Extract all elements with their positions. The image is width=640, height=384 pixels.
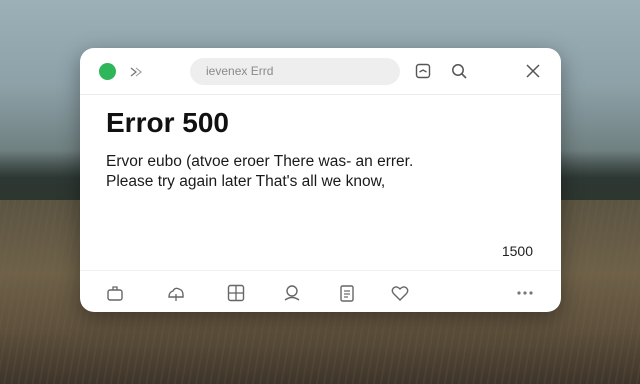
document-icon[interactable] xyxy=(337,283,357,303)
grid-icon[interactable] xyxy=(226,283,246,303)
back-arrow-icon[interactable] xyxy=(128,64,144,80)
green-dot-icon[interactable] xyxy=(99,63,116,80)
bookmark-icon[interactable] xyxy=(414,62,432,80)
error-message-line-2: Please try again later That's all we kno… xyxy=(106,173,386,190)
bottom-toolbar xyxy=(80,270,561,312)
title-bar: ievenex Errd xyxy=(80,48,561,95)
search-icon[interactable] xyxy=(450,62,468,80)
cloud-icon[interactable] xyxy=(166,283,186,303)
page-title: Error 500 xyxy=(106,107,229,138)
profile-icon[interactable] xyxy=(282,283,302,303)
error-window: ievenex Errd Error 500 Ervor eubo (atvoe… xyxy=(80,48,561,312)
share-icon[interactable] xyxy=(105,283,125,303)
heart-icon[interactable] xyxy=(390,283,410,303)
more-icon[interactable] xyxy=(515,283,535,303)
error-content: Error 500 Ervor eubo (atvoe eroer There … xyxy=(106,106,536,192)
error-code: 1500 xyxy=(501,243,533,259)
error-message: Ervor eubo (atvoe eroer There was- an er… xyxy=(106,152,536,192)
address-bar[interactable]: ievenex Errd xyxy=(190,58,400,85)
error-message-line-1: Ervor eubo (atvoe eroer There was- an er… xyxy=(106,153,414,170)
close-icon[interactable] xyxy=(524,62,542,80)
